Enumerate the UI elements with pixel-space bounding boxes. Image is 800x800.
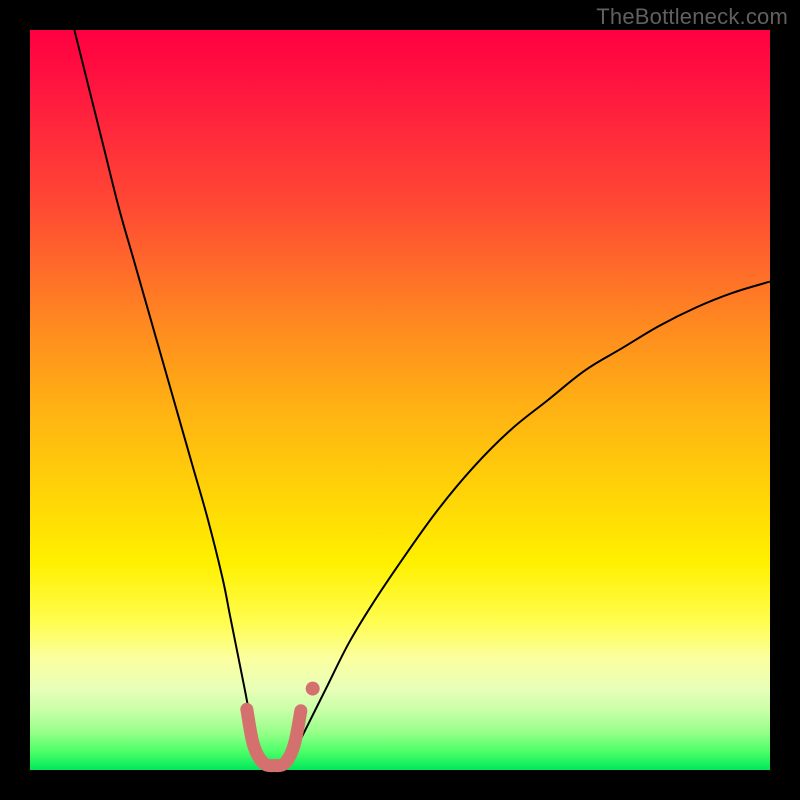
watermark-text: TheBottleneck.com xyxy=(596,4,788,30)
series-trough-dot xyxy=(306,682,320,696)
series-curve xyxy=(74,30,770,767)
chart-svg xyxy=(30,30,770,770)
chart-frame: TheBottleneck.com xyxy=(0,0,800,800)
series-trough-marker xyxy=(247,709,301,765)
